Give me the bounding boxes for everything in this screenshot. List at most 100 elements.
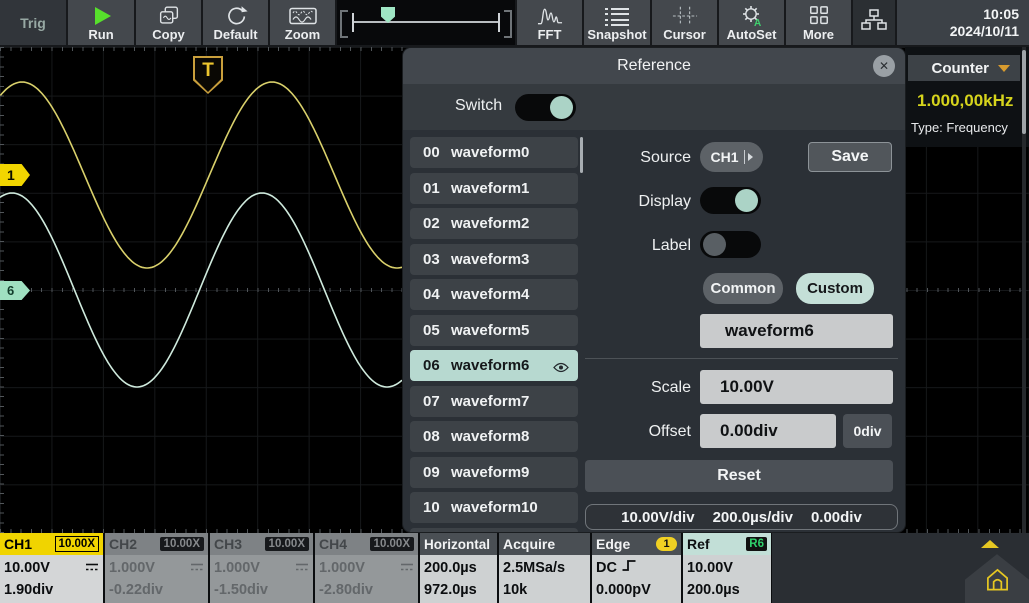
list-item[interactable]: 03waveform3: [410, 244, 578, 275]
toggle-knob: [550, 96, 573, 119]
list-item[interactable]: 09waveform9: [410, 457, 578, 488]
snapshot-button[interactable]: Snapshot: [584, 0, 650, 45]
horizontal-status-tile[interactable]: Horizontal 200.0µs 972.0µs: [420, 533, 497, 603]
list-item-number: 09: [423, 464, 451, 481]
autoset-button[interactable]: A AutoSet: [719, 0, 784, 45]
edge-coupling: DC: [596, 557, 617, 579]
list-item[interactable]: 10waveform10: [410, 492, 578, 523]
custom-button[interactable]: Custom: [796, 273, 874, 304]
scale-label: Scale: [581, 379, 691, 397]
copy-icon: [156, 5, 182, 27]
ch1-volts: 10.00V: [4, 557, 50, 579]
right-scrollbar-thumb[interactable]: [1022, 50, 1026, 134]
svg-text:A: A: [754, 18, 761, 27]
fft-label: FFT: [538, 28, 562, 41]
right-stop: [498, 13, 500, 32]
zoom-waveform-icon: [289, 5, 317, 27]
switch-label: Switch: [455, 97, 502, 115]
acquire-title: Acquire: [503, 536, 555, 552]
ref-name-input[interactable]: waveform6: [700, 314, 893, 348]
ch1-status-tile[interactable]: CH1 10.00X 10.00V 1.90div: [0, 533, 103, 603]
horizontal-position-slider[interactable]: [337, 0, 515, 45]
list-item-number: 08: [423, 428, 451, 445]
left-stop: [352, 13, 354, 32]
display-toggle[interactable]: [700, 187, 761, 214]
list-item-name: waveform7: [451, 393, 529, 410]
ch2-status-tile[interactable]: CH2 10.00X 1.000V -0.22div: [105, 533, 208, 603]
edge-title: Edge: [596, 536, 630, 552]
more-button[interactable]: More: [786, 0, 851, 45]
common-button[interactable]: Common: [703, 273, 783, 304]
list-item[interactable]: 06waveform6: [410, 350, 578, 381]
ch4-status-tile[interactable]: CH4 10.00X 1.000V -2.80div: [315, 533, 418, 603]
run-label: Run: [88, 28, 113, 41]
zoom-label: Zoom: [285, 28, 320, 41]
list-item[interactable]: 05waveform5: [410, 315, 578, 346]
acquire-status-tile[interactable]: Acquire 2.5MSa/s 10k: [499, 533, 590, 603]
chevron-down-icon: [998, 65, 1010, 72]
network-status-button[interactable]: [853, 0, 895, 45]
list-item[interactable]: 07waveform7: [410, 386, 578, 417]
ref-scale-info: 10.00V/div: [621, 509, 694, 526]
list-item-name: waveform0: [451, 144, 529, 161]
horizontal-timebase: 200.0µs: [424, 557, 493, 579]
network-icon: [860, 8, 888, 37]
cursor-crosshair-icon: [672, 5, 698, 27]
list-item-number: 10: [423, 499, 451, 516]
ref-offset-info: 0.00div: [811, 509, 862, 526]
ch1-probe-badge: 10.00X: [55, 536, 99, 552]
scale-input[interactable]: 10.00V: [700, 370, 893, 404]
ch3-status-tile[interactable]: CH3 10.00X 1.000V -1.50div: [210, 533, 313, 603]
ref-status-tile[interactable]: Ref R6 10.00V 200.0µs: [683, 533, 771, 603]
list-item-name: waveform1: [451, 180, 529, 197]
rising-edge-icon: [621, 557, 637, 579]
list-item[interactable]: 01waveform1: [410, 173, 578, 204]
ch3-name: CH3: [214, 536, 242, 552]
list-item-number: 00: [423, 144, 451, 161]
run-button[interactable]: Run: [68, 0, 134, 45]
trig-button[interactable]: Trig: [0, 0, 66, 45]
copy-button[interactable]: Copy: [136, 0, 201, 45]
datetime-display[interactable]: 10:05 2024/10/11: [897, 0, 1029, 45]
horizontal-delay: 972.0µs: [424, 579, 493, 601]
default-button[interactable]: Default: [203, 0, 268, 45]
trigger-status-tile[interactable]: Edge 1 DC 0.000pV: [592, 533, 681, 603]
snapshot-label: Snapshot: [587, 28, 646, 41]
acquire-memdepth: 10k: [503, 579, 586, 601]
zero-div-button[interactable]: 0div: [843, 414, 892, 448]
fft-button[interactable]: FFT: [517, 0, 582, 45]
list-item-number: 07: [423, 393, 451, 410]
time-text: 10:05: [897, 6, 1019, 23]
counter-header[interactable]: Counter: [908, 55, 1020, 81]
reference-switch-toggle[interactable]: [515, 94, 576, 121]
source-label: Source: [581, 149, 691, 167]
list-item-number: 04: [423, 286, 451, 303]
list-item[interactable]: 02waveform2: [410, 208, 578, 239]
ref-info-bar: 10.00V/div 200.0µs/div 0.00div: [585, 504, 898, 530]
ch4-name: CH4: [319, 536, 347, 552]
cursor-button[interactable]: Cursor: [652, 0, 717, 45]
reset-button[interactable]: Reset: [585, 460, 893, 492]
display-label: Display: [581, 193, 691, 211]
eye-visible-icon: [553, 360, 569, 377]
ref-timebase: 200.0µs: [687, 579, 767, 601]
list-item[interactable]: 04waveform4: [410, 279, 578, 310]
save-button[interactable]: Save: [808, 142, 892, 172]
offset-input[interactable]: 0.00div: [700, 414, 836, 448]
close-icon[interactable]: ✕: [873, 55, 895, 77]
expand-up-arrow[interactable]: [981, 540, 999, 548]
list-item[interactable]: 08waveform8: [410, 421, 578, 452]
waveform-trace-ch1: [0, 82, 402, 268]
switch-row: Switch: [403, 84, 905, 130]
trigger-source-badge: 1: [656, 537, 677, 551]
list-item-partial[interactable]: [410, 528, 578, 533]
list-item-number: 01: [423, 180, 451, 197]
zoom-button[interactable]: Zoom: [270, 0, 335, 45]
ch3-volts: 1.000V: [214, 557, 260, 579]
ch2-volts: 1.000V: [109, 557, 155, 579]
list-item[interactable]: 00waveform0: [410, 137, 578, 168]
label-toggle[interactable]: [700, 231, 761, 258]
ch2-name: CH2: [109, 536, 137, 552]
source-select[interactable]: CH1: [700, 142, 763, 172]
counter-title: Counter: [932, 60, 990, 77]
